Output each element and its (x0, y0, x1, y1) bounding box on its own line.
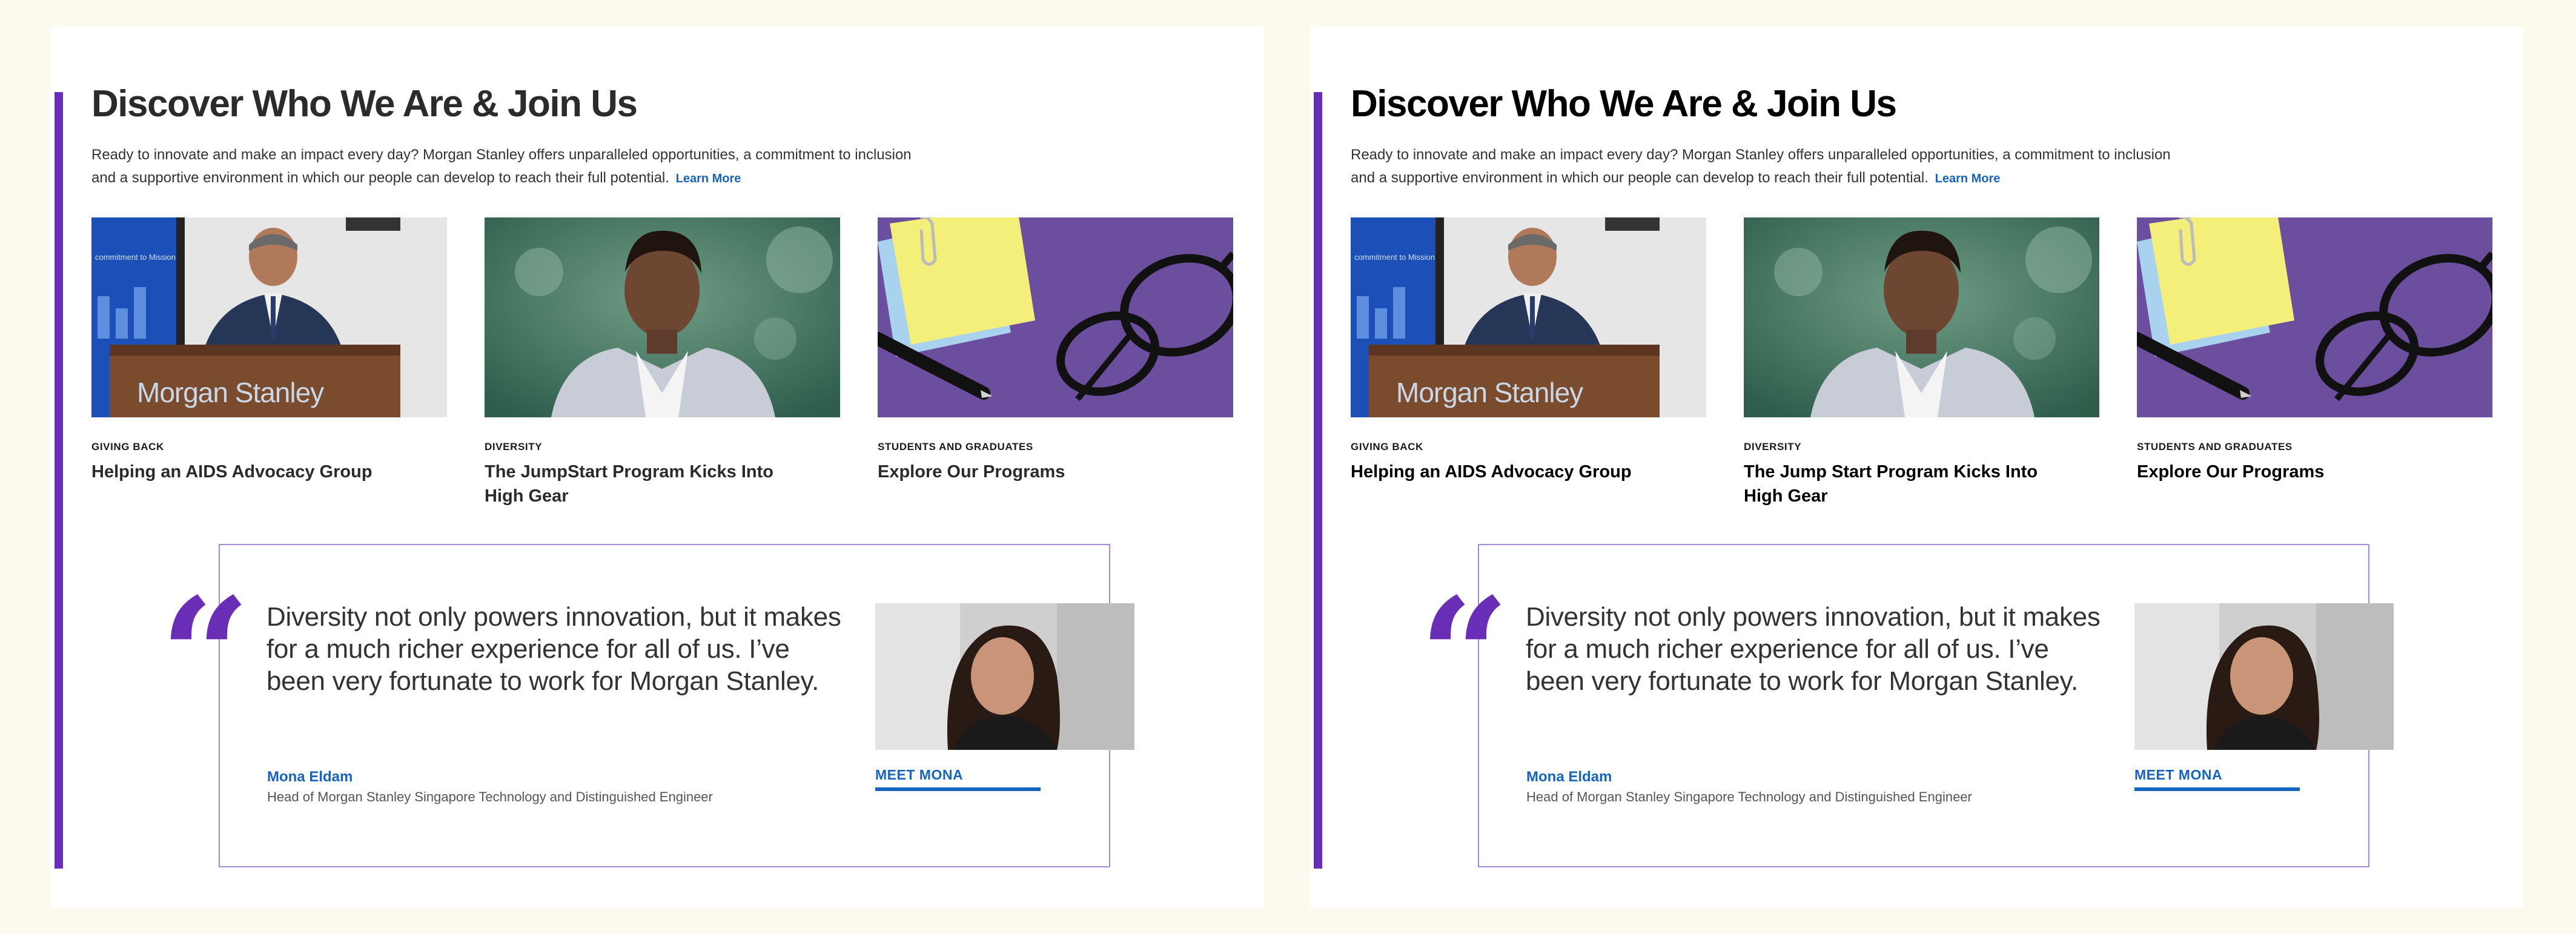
learn-more-link[interactable]: Learn More (676, 172, 741, 185)
card-title[interactable]: Explore Our Programs (2137, 460, 2452, 484)
intro-line-1: Ready to innovate and make an impact eve… (1351, 147, 2171, 163)
card-giving-back[interactable]: commitment to Mission Morgan Stanley GIV… (1351, 217, 1706, 482)
card-image-notes-glasses[interactable] (878, 217, 1233, 417)
card-image-notes-glasses[interactable] (2137, 217, 2492, 417)
card-category: DIVERSITY (485, 441, 543, 452)
screen-text: commitment to Mission (95, 253, 176, 262)
card-giving-back[interactable]: commitment to Mission Morgan Stanley GIV… (91, 217, 447, 482)
intro-line-2: and a supportive environment in which ou… (1351, 170, 1929, 186)
intro-line-2: and a supportive environment in which ou… (91, 170, 669, 186)
card-title[interactable]: Explore Our Programs (878, 460, 1193, 484)
learn-more-link[interactable]: Learn More (1935, 172, 2001, 185)
card-category: STUDENTS AND GRADUATES (878, 441, 1033, 452)
testimonial-name[interactable]: Mona Eldam (267, 769, 353, 786)
card-category: GIVING BACK (1351, 441, 1423, 452)
meet-mona-link[interactable]: MEET MONA (875, 767, 1041, 791)
testimonial-portrait (2134, 603, 2394, 750)
testimonial-portrait (875, 603, 1134, 750)
card-image-speaker-podium[interactable]: commitment to Mission Morgan Stanley (91, 217, 447, 417)
testimonial-role: Head of Morgan Stanley Singapore Technol… (267, 789, 713, 804)
accent-bar (1314, 92, 1322, 869)
card-title[interactable]: Helping an AIDS Advocacy Group (1351, 460, 1666, 484)
card-title[interactable]: The JumpStart Program Kicks Into High Ge… (485, 460, 800, 508)
card-diversity[interactable]: DIVERSITY The JumpStart Program Kicks In… (485, 217, 840, 506)
card-students[interactable]: STUDENTS AND GRADUATES Explore Our Progr… (878, 217, 1233, 482)
panel-left: Discover Who We Are & Join Us Ready to i… (51, 27, 1264, 908)
quote-mark-icon: “ (1419, 564, 1510, 749)
testimonial-role: Head of Morgan Stanley Singapore Technol… (1526, 789, 1972, 804)
intro-line-1: Ready to innovate and make an impact eve… (91, 147, 912, 163)
podium-text: Morgan Stanley (137, 377, 324, 408)
card-image-young-man-portrait[interactable] (485, 217, 840, 417)
meet-mona-link[interactable]: MEET MONA (2134, 767, 2300, 791)
podium-text: Morgan Stanley (1396, 377, 1583, 408)
card-image-speaker-podium[interactable]: commitment to Mission Morgan Stanley (1351, 217, 1706, 417)
quote-mark-icon: “ (160, 564, 251, 749)
testimonial-quote: Diversity not only powers innovation, bu… (267, 602, 841, 696)
section-heading: Discover Who We Are & Join Us (91, 83, 638, 125)
intro-text: Ready to innovate and make an impact eve… (1351, 144, 2211, 190)
accent-bar (55, 92, 63, 869)
card-students[interactable]: STUDENTS AND GRADUATES Explore Our Progr… (2137, 217, 2492, 482)
card-diversity[interactable]: DIVERSITY The Jump Start Program Kicks I… (1744, 217, 2099, 506)
intro-text: Ready to innovate and make an impact eve… (91, 144, 952, 190)
panel-right: Discover Who We Are & Join Us Ready to i… (1310, 27, 2523, 908)
card-category: GIVING BACK (91, 441, 164, 452)
testimonial-quote: Diversity not only powers innovation, bu… (1526, 602, 2101, 696)
card-image-young-man-portrait[interactable] (1744, 217, 2099, 417)
card-title[interactable]: The Jump Start Program Kicks Into High G… (1744, 460, 2059, 508)
screen-text: commitment to Mission (1354, 253, 1435, 262)
section-heading: Discover Who We Are & Join Us (1351, 83, 1897, 125)
card-category: DIVERSITY (1744, 441, 1802, 452)
card-category: STUDENTS AND GRADUATES (2137, 441, 2293, 452)
card-title[interactable]: Helping an AIDS Advocacy Group (91, 460, 406, 484)
testimonial-name[interactable]: Mona Eldam (1526, 769, 1612, 786)
